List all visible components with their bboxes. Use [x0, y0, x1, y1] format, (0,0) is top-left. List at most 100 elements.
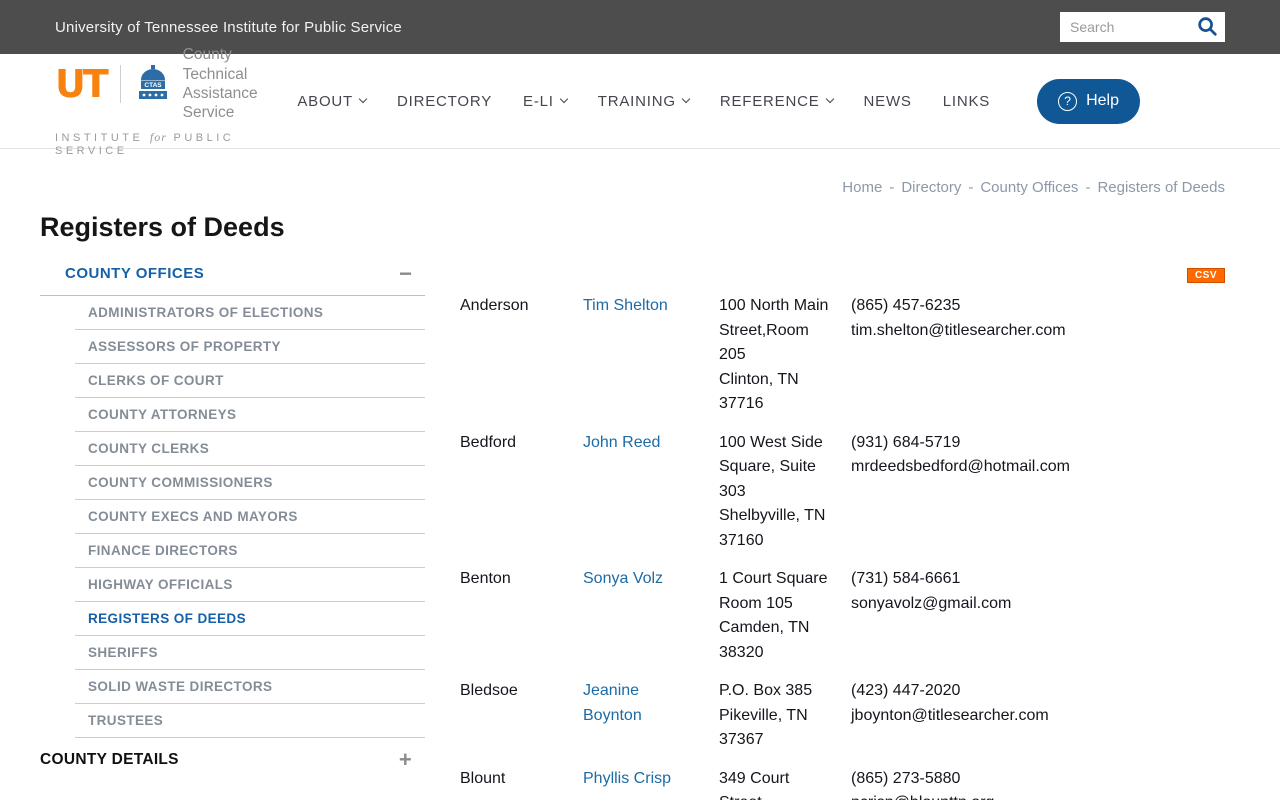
chevron-down-icon	[358, 94, 368, 104]
ctas-logo[interactable]: UT CTAS County Technical Assistance Serv	[55, 45, 297, 157]
org-name: County Technical Assistance Service	[182, 46, 258, 122]
breadcrumb-separator: -	[1085, 179, 1091, 196]
address-city: Pikeville, TN 37367	[719, 706, 808, 749]
nav-item-news[interactable]: NEWS	[864, 93, 912, 110]
contact-cell: (931) 684-5719 mrdeedsbedford@hotmail.com	[851, 431, 1225, 554]
sidebar-item-sheriffs[interactable]: SHERIFFS	[75, 636, 425, 670]
nav-item-about[interactable]: ABOUT	[297, 93, 368, 110]
table-row: Anderson Tim Shelton 100 North Main Street…	[460, 294, 1225, 417]
email-address: pcrisp@blounttn.org	[851, 791, 1207, 800]
table-row: Bledsoe Jeanine Boynton P.O. Box 385 Pikevi…	[460, 679, 1225, 753]
sidebar-item-highway-officials[interactable]: HIGHWAY OFFICIALS	[75, 568, 425, 602]
breadcrumb-separator: -	[968, 179, 974, 196]
main-nav: ABOUT DIRECTORY E-LI TRAINING REFERENCE NEWS L…	[297, 78, 1140, 124]
name-cell: John Reed	[583, 431, 719, 554]
address-cell: 100 North Main Street,Room 205 Clinton, T…	[719, 294, 851, 417]
capitol-icon: CTAS	[135, 64, 171, 105]
sidebar-item-county-clerks[interactable]: COUNTY CLERKS	[75, 432, 425, 466]
site-title: University of Tennessee Institute for Pu…	[55, 18, 402, 36]
search-input[interactable]	[1060, 19, 1196, 35]
sidebar-item-registers-of-deeds[interactable]: REGISTERS OF DEEDS	[75, 602, 425, 636]
sidebar-item-trustees[interactable]: TRUSTEES	[75, 704, 425, 738]
address-cell: P.O. Box 385 Pikeville, TN 37367	[719, 679, 851, 753]
help-label: Help	[1086, 92, 1119, 109]
sidebar-section-county-details[interactable]: COUNTY DETAILS +	[40, 738, 425, 771]
content-layout: COUNTY OFFICES − ADMINISTRATORS OF ELECT…	[0, 262, 1280, 800]
email-address: mrdeedsbedford@hotmail.com	[851, 458, 1071, 475]
contact-link[interactable]: Phyllis Crisp	[583, 770, 671, 787]
sidebar-item-solid-waste-directors[interactable]: SOLID WASTE DIRECTORS	[75, 670, 425, 704]
address-city: Clinton, TN 37716	[719, 370, 799, 413]
contact-link[interactable]: John Reed	[583, 434, 660, 451]
expand-plus-icon[interactable]: +	[399, 749, 412, 771]
contact-link[interactable]: Jeanine Boynton	[583, 682, 642, 724]
breadcrumb-registers-of-deeds: Registers of Deeds	[1097, 179, 1225, 196]
chevron-down-icon	[825, 94, 834, 104]
address-street: 100 North Main Street,Room 205	[719, 297, 829, 363]
contact-cell: (423) 447-2020 jboynton@titlesearcher.com	[851, 679, 1225, 753]
logo-divider	[119, 65, 121, 103]
sidebar-item-clerks-of-court[interactable]: CLERKS OF COURT	[75, 364, 425, 398]
address-cell: 349 Court Street	[719, 767, 851, 800]
collapse-minus-icon[interactable]: −	[399, 262, 412, 284]
sidebar-section-county-offices[interactable]: COUNTY OFFICES −	[40, 262, 425, 296]
sidebar-item-county-commissioners[interactable]: COUNTY COMMISSIONERS	[75, 466, 425, 500]
county-cell: Bedford	[460, 433, 517, 451]
contact-cell: (865) 273-5880 pcrisp@blounttn.org	[851, 767, 1225, 800]
contact-cell: (865) 457-6235 tim.shelton@titlesearcher.…	[851, 294, 1225, 417]
search-icon	[1196, 15, 1218, 40]
county-cell: Benton	[460, 570, 511, 587]
chevron-down-icon	[559, 94, 568, 104]
ut-logo: UT	[55, 62, 109, 106]
nav-item-e-li[interactable]: E-LI	[523, 93, 568, 110]
contact-link[interactable]: Sonya Volz	[583, 570, 663, 587]
email-address: tim.shelton@titlesearcher.com	[851, 321, 1066, 339]
section-title: COUNTY OFFICES	[65, 265, 205, 282]
page-title: Registers of Deeds	[40, 212, 285, 242]
address-street: P.O. Box 385	[719, 682, 813, 699]
county-cell: Bledsoe	[460, 682, 518, 699]
phone-number: (423) 447-2020	[851, 682, 961, 699]
sidebar-item-assessors-of-property[interactable]: ASSESSORS OF PROPERTY	[75, 330, 425, 364]
csv-export-button[interactable]: CSV	[1186, 268, 1225, 283]
sidebar-item-finance-directors[interactable]: FINANCE DIRECTORS	[75, 534, 425, 568]
phone-number: (865) 457-6235	[851, 297, 961, 314]
sidebar-item-administrators-of-elections[interactable]: ADMINISTRATORS OF ELECTIONS	[75, 296, 425, 330]
sidebar-item-county-attorneys[interactable]: COUNTY ATTORNEYS	[75, 398, 425, 432]
email-address: jboynton@titlesearcher.com	[851, 706, 1049, 724]
svg-text:CTAS: CTAS	[144, 82, 162, 89]
sidebar-item-county-execs-and-mayors[interactable]: COUNTY EXECS AND MAYORS	[75, 500, 425, 534]
nav-item-training[interactable]: TRAINING	[598, 93, 691, 110]
address-city: Camden, TN 38320	[719, 619, 810, 661]
section-title: COUNTY DETAILS	[40, 751, 179, 768]
contact-link[interactable]: Tim Shelton	[583, 297, 668, 314]
phone-number: (731) 584-6661	[851, 570, 961, 587]
name-cell: Sonya Volz	[583, 567, 719, 665]
breadcrumb-directory[interactable]: Directory	[901, 179, 961, 196]
address-cell: 1 Court Square Room 105 Camden, TN 38320	[719, 567, 851, 665]
institute-tagline: INSTITUTE for PUBLIC SERVICE	[55, 129, 235, 157]
email-address: sonyavolz@gmail.com	[851, 594, 1012, 612]
search-button[interactable]	[1196, 15, 1225, 40]
address-street: 1 Court Square Room 105	[719, 570, 828, 612]
nav-item-directory[interactable]: DIRECTORY	[397, 93, 492, 110]
breadcrumb-separator: -	[889, 179, 895, 196]
phone-number: (931) 684-5719	[851, 433, 961, 451]
address-street: 100 West Side Square, Suite 303	[719, 433, 823, 500]
main-content: CSV Anderson Tim Shelton 100 North Main St…	[460, 265, 1225, 800]
question-mark-icon: ?	[1058, 91, 1078, 111]
table-row: Benton Sonya Volz 1 Court Square Room 105 C…	[460, 567, 1225, 665]
address-cell: 100 West Side Square, Suite 303 Shelbyvil…	[719, 431, 851, 554]
breadcrumb-home[interactable]: Home	[842, 179, 882, 196]
nav-item-links[interactable]: LINKS	[943, 93, 990, 110]
deeds-table: Anderson Tim Shelton 100 North Main Street…	[460, 294, 1225, 800]
help-button[interactable]: ? Help	[1037, 78, 1140, 124]
nav-item-reference[interactable]: REFERENCE	[720, 93, 834, 110]
name-cell: Phyllis Crisp	[583, 767, 719, 800]
contact-cell: (731) 584-6661 sonyavolz@gmail.com	[851, 567, 1225, 665]
header: UT CTAS County Technical Assistance Serv	[0, 46, 1280, 157]
search-box	[1060, 12, 1225, 42]
breadcrumb-county-offices[interactable]: County Offices	[980, 179, 1078, 196]
address-street: 349 Court Street	[719, 769, 790, 800]
table-row: Blount Phyllis Crisp 349 Court Street (865)…	[460, 767, 1225, 800]
